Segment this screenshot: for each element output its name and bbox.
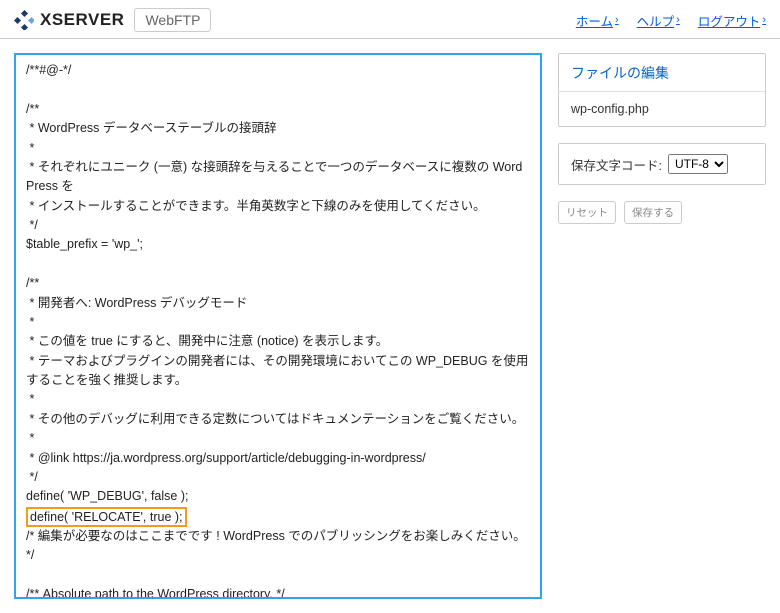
- nav-logout-label: ログアウト: [698, 11, 761, 30]
- chevron-right-icon: ›: [676, 14, 680, 26]
- save-button[interactable]: 保存する: [624, 201, 682, 224]
- brand-text: XSERVER: [40, 10, 124, 30]
- sidebar: ファイルの編集 wp-config.php 保存文字コード: UTF-8 リセッ…: [558, 53, 766, 599]
- chevron-right-icon: ›: [762, 14, 766, 26]
- file-edit-panel: ファイルの編集 wp-config.php: [558, 53, 766, 127]
- nav-home[interactable]: ホーム›: [576, 11, 619, 30]
- action-buttons: リセット 保存する: [558, 201, 766, 224]
- filename-label: wp-config.php: [559, 92, 765, 126]
- panel-title: ファイルの編集: [559, 54, 765, 92]
- product-badge: WebFTP: [134, 8, 211, 32]
- header: XSERVER WebFTP ホーム› ヘルプ› ログアウト›: [0, 0, 780, 39]
- code-content: /**#@-*/ /** * WordPress データベーステーブルの接頭辞 …: [26, 61, 530, 599]
- top-nav: ホーム› ヘルプ› ログアウト›: [576, 11, 766, 30]
- encoding-label: 保存文字コード:: [571, 155, 662, 174]
- highlighted-line: define( 'RELOCATE', true );: [26, 507, 187, 527]
- nav-help[interactable]: ヘルプ›: [637, 11, 680, 30]
- nav-help-label: ヘルプ: [637, 11, 675, 30]
- nav-logout[interactable]: ログアウト›: [698, 11, 766, 30]
- chevron-right-icon: ›: [615, 14, 619, 26]
- encoding-panel: 保存文字コード: UTF-8: [558, 143, 766, 185]
- encoding-select[interactable]: UTF-8: [668, 154, 728, 174]
- code-before: /**#@-*/ /** * WordPress データベーステーブルの接頭辞 …: [26, 63, 528, 503]
- reset-button[interactable]: リセット: [558, 201, 616, 224]
- logo: XSERVER: [14, 10, 124, 30]
- nav-home-label: ホーム: [576, 11, 613, 30]
- logo-icon: [14, 10, 34, 30]
- code-editor[interactable]: /**#@-*/ /** * WordPress データベーステーブルの接頭辞 …: [14, 53, 542, 599]
- main: /**#@-*/ /** * WordPress データベーステーブルの接頭辞 …: [0, 39, 780, 613]
- code-after: /* 編集が必要なのはここまでです ! WordPress でのパブリッシングを…: [26, 529, 529, 599]
